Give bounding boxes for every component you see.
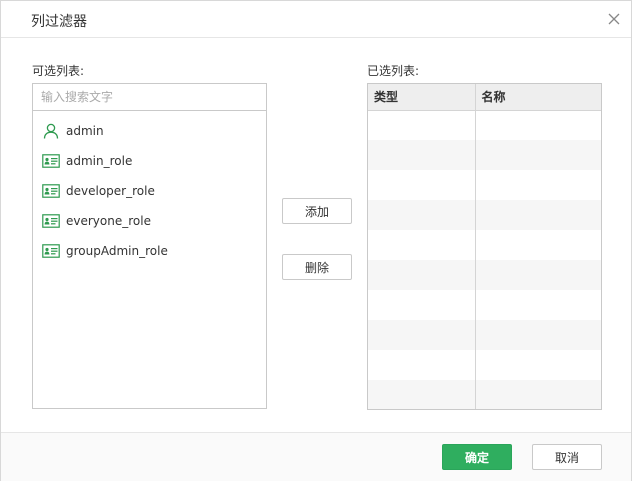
role-card-icon — [42, 242, 60, 260]
table-row — [368, 380, 601, 409]
selected-table: 类型 名称 — [368, 84, 601, 409]
list-item-admin[interactable]: admin — [33, 116, 266, 146]
list-item-label: groupAdmin_role — [66, 244, 168, 258]
column-header-type[interactable]: 类型 — [368, 84, 476, 111]
user-icon — [42, 122, 60, 140]
dialog-header: 列过滤器 — [1, 1, 631, 38]
list-item-label: developer_role — [66, 184, 155, 198]
selected-list-label: 已选列表: — [367, 64, 420, 78]
list-item-everyone-role[interactable]: everyone_role — [33, 206, 266, 236]
role-card-icon — [42, 152, 60, 170]
list-item-groupadmin-role[interactable]: groupAdmin_role — [33, 236, 266, 266]
ok-button[interactable]: 确定 — [442, 444, 512, 470]
role-card-icon — [42, 212, 60, 230]
column-header-name[interactable]: 名称 — [475, 84, 601, 111]
list-item-label: admin — [66, 124, 104, 138]
list-item-label: admin_role — [66, 154, 133, 168]
selected-list-panel: 类型 名称 — [367, 83, 602, 410]
list-item-label: everyone_role — [66, 214, 151, 228]
table-row — [368, 170, 601, 200]
search-input[interactable] — [33, 84, 266, 111]
table-row — [368, 230, 601, 260]
add-button[interactable]: 添加 — [282, 198, 352, 224]
table-header-row: 类型 名称 — [368, 84, 601, 111]
column-filter-dialog: 列过滤器 可选列表: 已选列表: admin — [0, 0, 632, 481]
cancel-button[interactable]: 取消 — [532, 444, 602, 470]
table-row — [368, 290, 601, 320]
available-list-label: 可选列表: — [32, 64, 85, 78]
dialog-title: 列过滤器 — [31, 14, 87, 30]
available-list: admin admin_role developer_role everyone… — [33, 111, 266, 266]
table-row — [368, 260, 601, 290]
available-list-panel: admin admin_role — [32, 83, 267, 409]
delete-button[interactable]: 删除 — [282, 254, 352, 280]
table-row — [368, 110, 601, 140]
table-row — [368, 350, 601, 380]
table-row — [368, 200, 601, 230]
list-item-developer-role[interactable]: developer_role — [33, 176, 266, 206]
table-row — [368, 140, 601, 170]
role-card-icon — [42, 182, 60, 200]
close-icon[interactable] — [604, 9, 624, 29]
list-item-admin-role[interactable]: admin_role — [33, 146, 266, 176]
dialog-footer: 确定 取消 — [1, 432, 631, 481]
table-row — [368, 320, 601, 350]
